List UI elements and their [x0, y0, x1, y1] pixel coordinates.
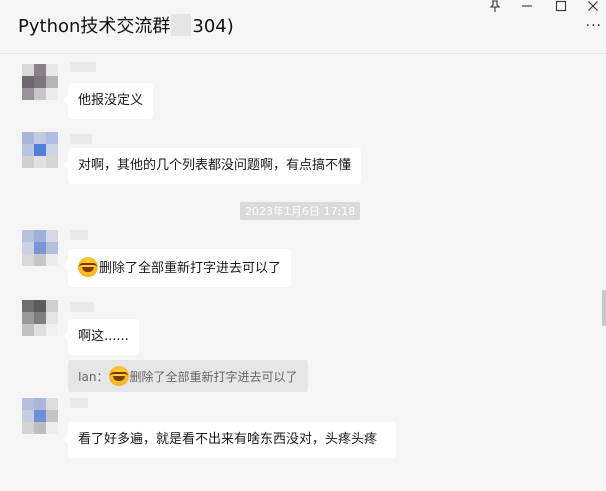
timestamp: 2023年1月6日 17:18 — [240, 202, 361, 220]
avatar[interactable] — [22, 398, 58, 434]
quoted-message[interactable]: Ian： 删除了全部重新打字进去可以了 — [68, 360, 308, 392]
message-text: 他报没定义 — [78, 93, 144, 108]
pin-icon[interactable] — [484, 0, 506, 14]
sender-name-blurred — [70, 230, 88, 240]
avatar[interactable] — [22, 64, 58, 100]
chat-title-text: Python技术交流群 — [18, 16, 171, 37]
message-text: 对啊，其他的几个列表都没问题啊，有点搞不懂 — [78, 158, 352, 173]
blurred-member-count — [171, 14, 192, 36]
maximize-icon[interactable] — [550, 0, 572, 14]
sender-name-blurred — [70, 398, 88, 408]
grin-sweat-emoji — [78, 257, 98, 277]
chat-header: Python技术交流群 304) ··· — [0, 0, 606, 54]
message-bubble[interactable]: 对啊，其他的几个列表都没问题啊，有点搞不懂 — [62, 148, 362, 184]
avatar[interactable] — [22, 300, 58, 336]
chat-title-suffix: 304) — [192, 16, 234, 37]
message-bubble[interactable]: 看了好多遍，就是看不出来有啥东西没对，头疼头疼 — [63, 422, 396, 458]
message-text: 删除了全部重新打字进去可以了 — [99, 261, 282, 276]
chat-title[interactable]: Python技术交流群 304) — [18, 12, 234, 38]
message-bubble[interactable]: 他报没定义 — [62, 83, 154, 119]
message-bubble[interactable]: 删除了全部重新打字进去可以了 — [62, 249, 292, 287]
scrollbar-thumb[interactable] — [602, 290, 606, 326]
grin-sweat-emoji — [108, 366, 129, 386]
more-icon[interactable]: ··· — [586, 18, 602, 34]
message-bubble[interactable]: 啊这...... — [63, 319, 139, 355]
close-icon[interactable] — [582, 0, 604, 14]
message-text: 看了好多遍，就是看不出来有啥东西没对，头疼头疼 — [78, 432, 378, 447]
avatar[interactable] — [22, 230, 58, 266]
avatar[interactable] — [22, 132, 58, 168]
quote-sender: Ian： — [78, 370, 109, 384]
sender-name-blurred — [70, 302, 94, 312]
sender-name-blurred — [70, 62, 96, 72]
minimize-icon[interactable] — [516, 0, 538, 14]
sender-name-blurred — [70, 134, 92, 144]
quote-text: 删除了全部重新打字进去可以了 — [129, 370, 298, 384]
message-text: 啊这...... — [78, 329, 129, 344]
